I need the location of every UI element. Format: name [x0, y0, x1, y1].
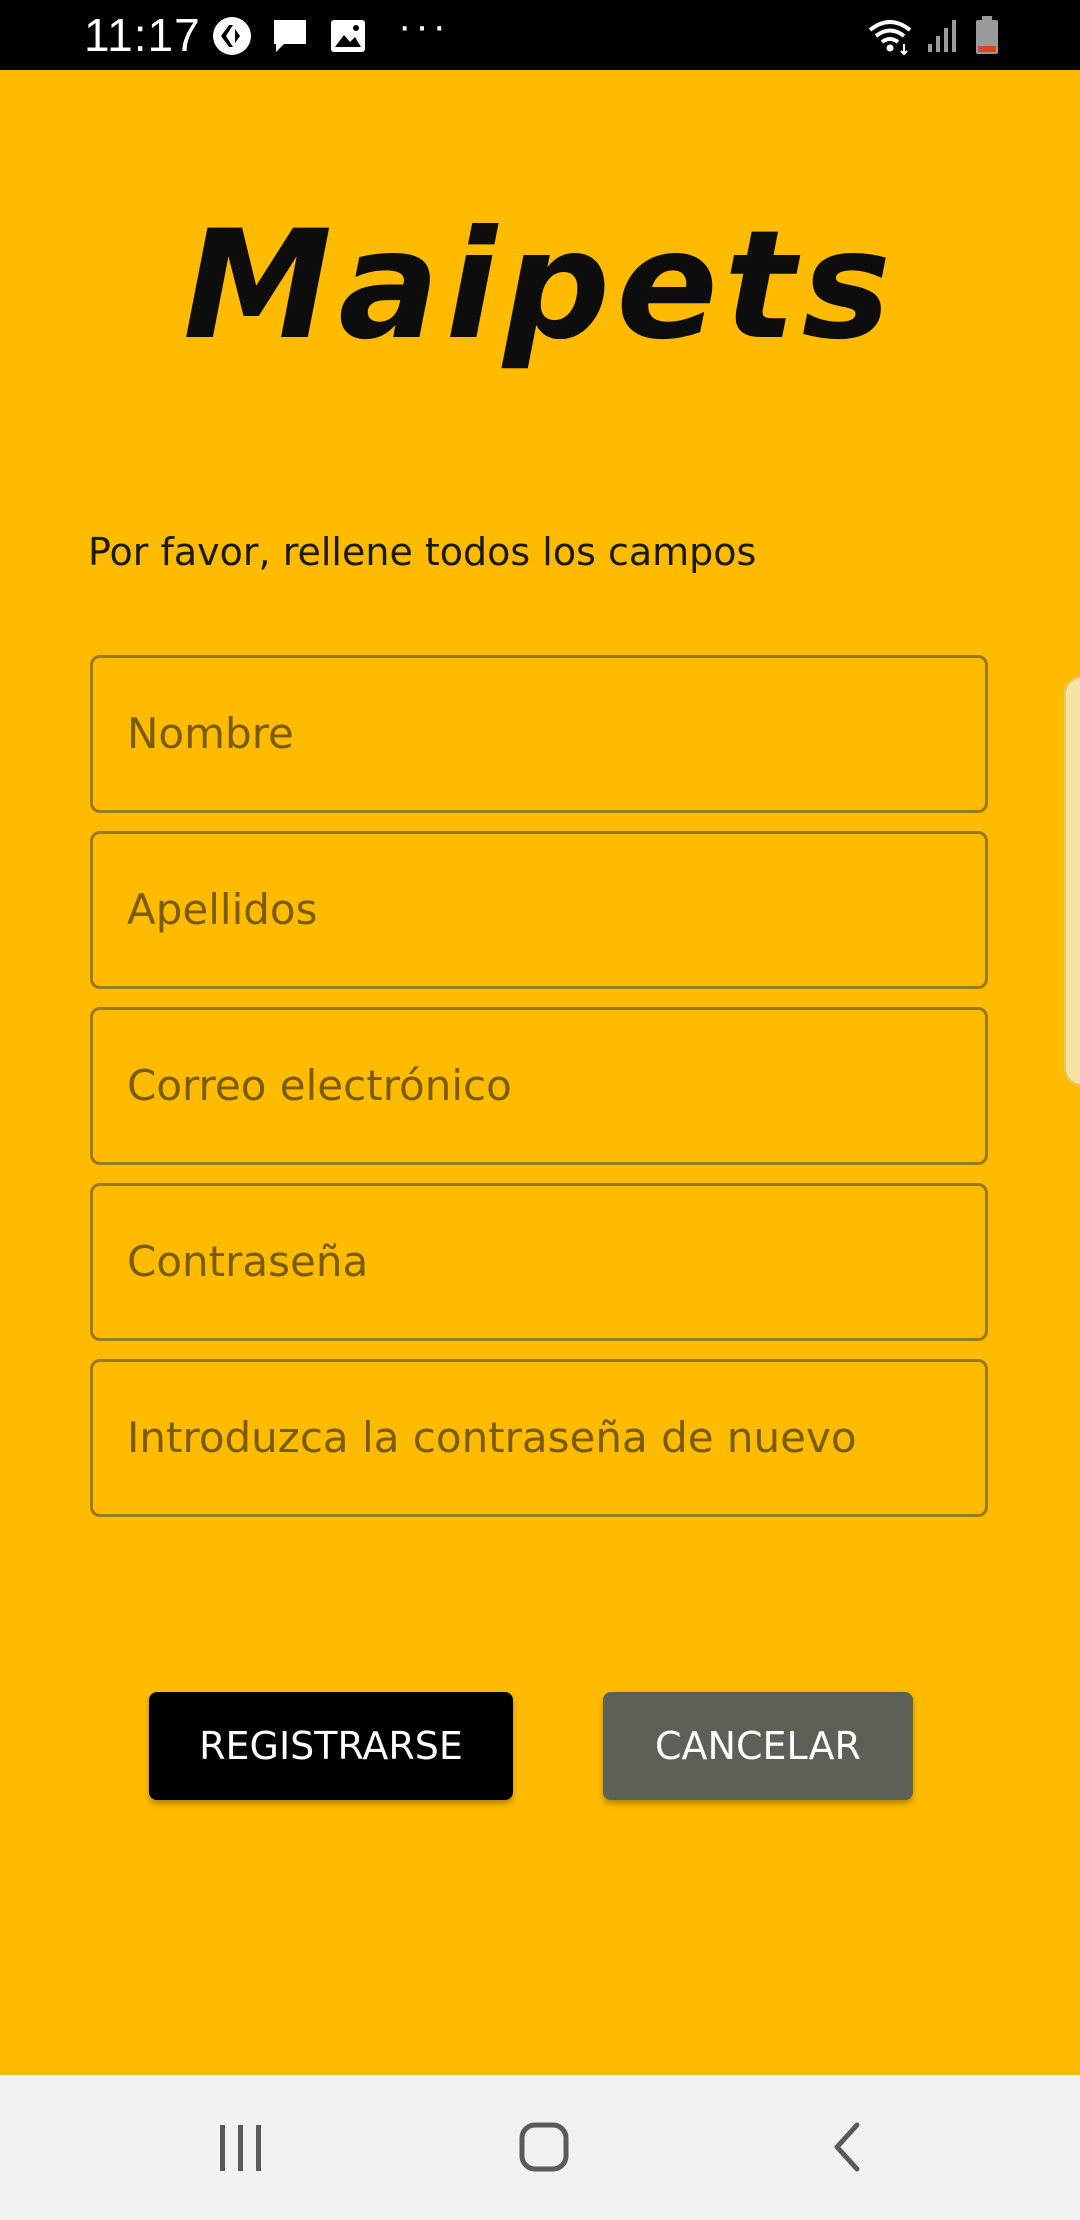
first-name-placeholder: Nombre — [127, 709, 294, 758]
confirm-password-field[interactable]: Introduzca la contraseña de nuevo — [90, 1359, 988, 1517]
last-name-placeholder: Apellidos — [127, 885, 318, 934]
app-logo: Maipets — [183, 199, 897, 373]
image-icon — [328, 16, 368, 56]
instructions-text: Por favor, rellene todos los campos — [88, 530, 757, 574]
last-name-field[interactable]: Apellidos — [90, 831, 988, 989]
edge-panel-handle[interactable] — [1064, 676, 1080, 1086]
status-time: 11:17 — [84, 9, 201, 61]
home-button[interactable] — [483, 2075, 603, 2220]
password-field[interactable]: Contraseña — [90, 1183, 988, 1341]
navigation-bar — [0, 2075, 1080, 2220]
recent-apps-button[interactable] — [180, 2075, 300, 2220]
status-bar: 11:17 ··· — [0, 0, 1080, 70]
first-name-field[interactable]: Nombre — [90, 655, 988, 813]
back-button[interactable] — [786, 2075, 906, 2220]
register-button[interactable]: REGISTRARSE — [149, 1692, 513, 1800]
message-icon — [270, 16, 310, 56]
confirm-password-placeholder: Introduzca la contraseña de nuevo — [127, 1413, 857, 1462]
password-placeholder: Contraseña — [127, 1237, 369, 1286]
email-placeholder: Correo electrónico — [127, 1061, 512, 1110]
email-field[interactable]: Correo electrónico — [90, 1007, 988, 1165]
more-notifications-indicator: ··· — [398, 4, 450, 48]
wifi-icon — [866, 16, 914, 56]
carrefour-app-icon — [212, 16, 252, 56]
cancel-button[interactable]: CANCELAR — [603, 1692, 913, 1800]
signal-icon — [924, 16, 964, 56]
battery-icon — [972, 16, 1002, 56]
